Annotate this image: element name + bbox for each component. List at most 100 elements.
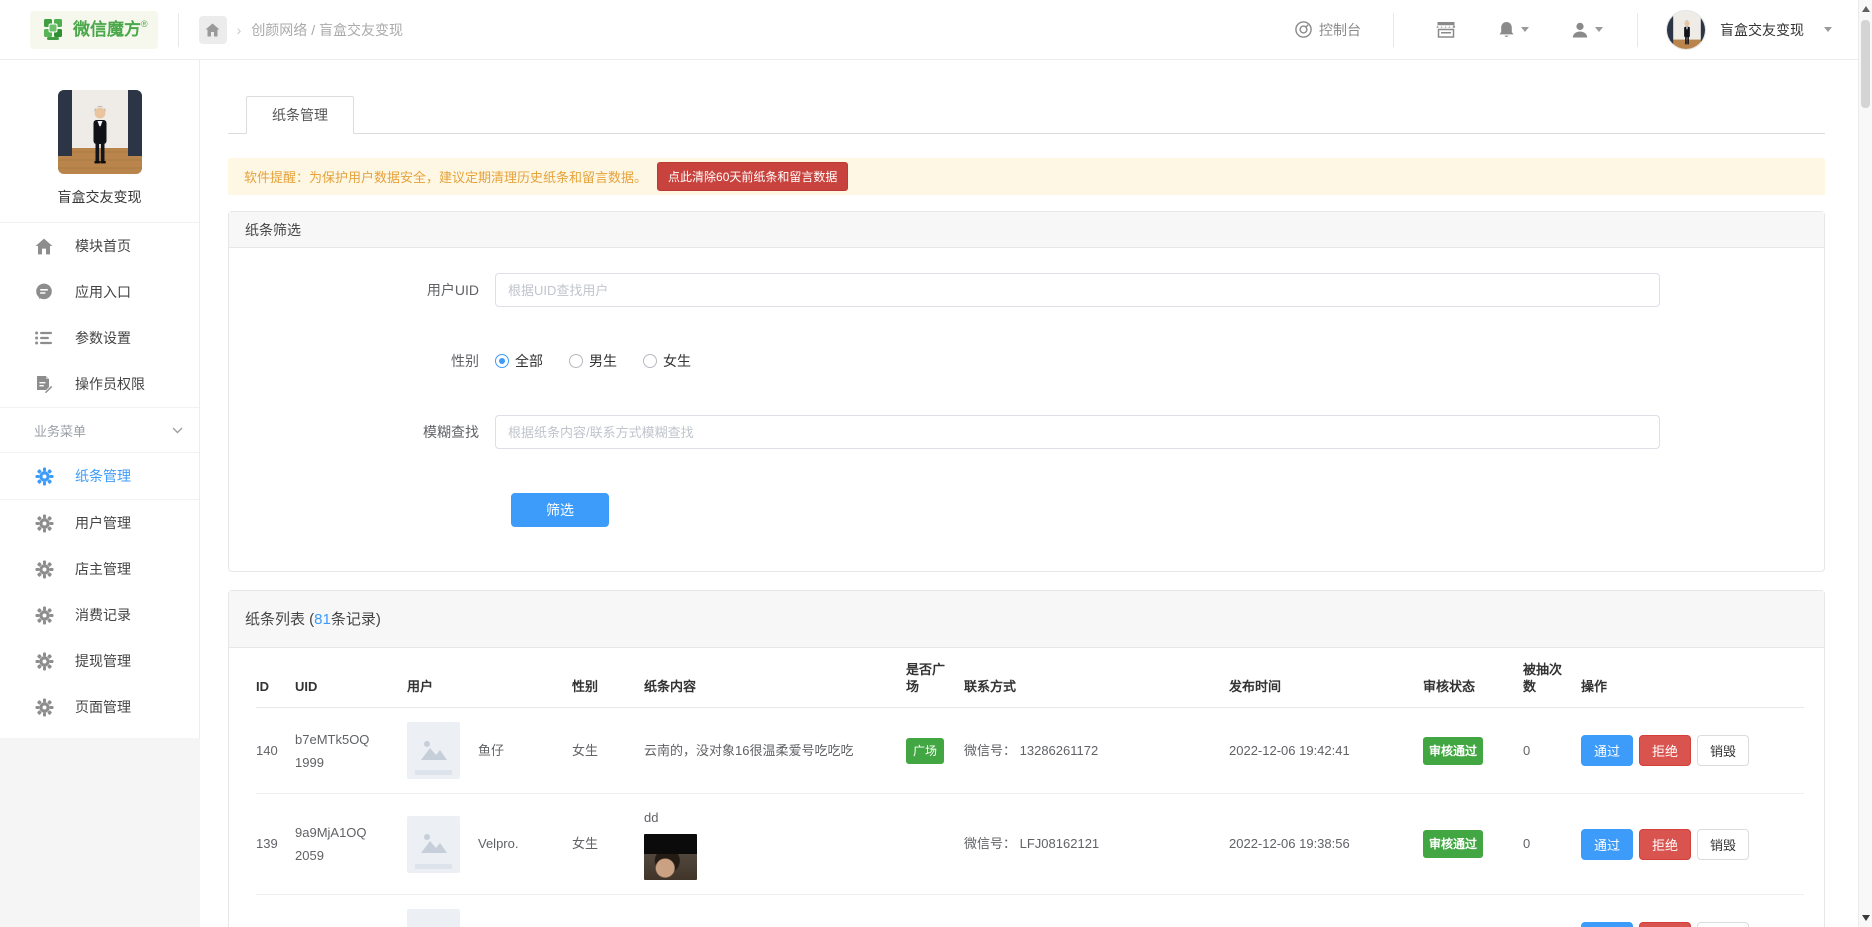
filter-submit-row: 筛选 (229, 493, 1824, 527)
cell-content: 06天翻来动暖带打游戏 (644, 895, 906, 927)
gender-radio-0[interactable]: 全部 (495, 351, 543, 371)
sidebar-item-label: 参数设置 (75, 328, 131, 348)
store-icon (1436, 21, 1456, 38)
sidebar-item-main-3[interactable]: 操作员权限 (0, 361, 199, 407)
user-nickname: Velpro. (478, 834, 518, 854)
sidebar-section-business-menu[interactable]: 业务菜单 (0, 408, 199, 452)
uid-input[interactable] (495, 273, 1660, 307)
column-header-0: ID (256, 648, 295, 708)
logo-registered-mark: ® (141, 19, 148, 29)
approve-button[interactable]: 通过 (1581, 922, 1633, 927)
warning-banner: 软件提醒：为保护用户数据安全，建议定期清理历史纸条和留言数据。 点此清除60天前… (228, 158, 1825, 195)
column-header-7: 发布时间 (1229, 648, 1423, 708)
gear-icon (34, 651, 54, 671)
tab-note-management[interactable]: 纸条管理 (246, 96, 354, 134)
tab-bar: 纸条管理 (228, 96, 1825, 134)
gender-filter-row: 性别 全部男生女生 (229, 351, 1824, 371)
clear-old-notes-button[interactable]: 点此清除60天前纸条和留言数据 (657, 162, 848, 191)
console-label: 控制台 (1319, 20, 1361, 40)
reject-button[interactable]: 拒绝 (1639, 829, 1691, 860)
cell-contact (964, 895, 1229, 927)
cell-id: 139 (256, 794, 295, 895)
note-list-title-suffix: 条记录) (331, 611, 381, 628)
sidebar-item-biz-4[interactable]: 提现管理 (0, 638, 199, 684)
fuzzy-search-label: 模糊查找 (229, 422, 495, 442)
cell-user (407, 895, 572, 927)
chevron-down-icon (1521, 27, 1529, 32)
gender-radio-2[interactable]: 女生 (643, 351, 691, 371)
gear-icon (34, 697, 54, 717)
sliders-icon (34, 328, 54, 348)
top-bar: 微信魔方 ® › 创颜网络 / 盲盒交友变现 控制台 (0, 0, 1858, 60)
avatar (1666, 10, 1706, 50)
approve-button[interactable]: 通过 (1581, 829, 1633, 860)
table-row: 139 9a9MjA1OQ 2059 Velpro. 女生 dd 微信号： LF… (256, 794, 1804, 895)
sidebar-item-label: 用户管理 (75, 513, 131, 533)
vertical-scrollbar[interactable] (1858, 0, 1872, 927)
fuzzy-search-input[interactable] (495, 415, 1660, 449)
column-header-10: 操作 (1581, 648, 1804, 708)
breadcrumb-home-button[interactable] (199, 16, 227, 44)
filter-submit-button[interactable]: 筛选 (511, 493, 609, 527)
dashboard-icon (1295, 21, 1312, 38)
destroy-button[interactable]: 销毁 (1697, 922, 1749, 927)
sidebar-item-label: 店主管理 (75, 559, 131, 579)
note-count: 81 (314, 611, 331, 628)
approve-button[interactable]: 通过 (1581, 735, 1633, 766)
sidebar-item-label: 操作员权限 (75, 374, 145, 394)
reject-button[interactable]: 拒绝 (1639, 922, 1691, 927)
cell-publish-time (1229, 895, 1423, 927)
cell-actions: 通过 拒绝 销毁 (1581, 794, 1804, 895)
cell-square: 广场 (906, 708, 964, 794)
gear-icon (34, 605, 54, 625)
console-button[interactable]: 控制台 (1295, 20, 1361, 40)
notifications-button[interactable] (1498, 21, 1529, 39)
reject-button[interactable]: 拒绝 (1639, 735, 1691, 766)
scroll-up-arrow-icon[interactable] (1862, 6, 1870, 12)
cell-user: Velpro. (407, 794, 572, 895)
column-header-6: 联系方式 (964, 648, 1229, 708)
scrollbar-thumb[interactable] (1861, 20, 1870, 108)
cell-id (256, 895, 295, 927)
topbar-divider (1637, 13, 1638, 47)
destroy-button[interactable]: 销毁 (1697, 735, 1749, 766)
cell-publish-time: 2022-12-06 19:38:56 (1229, 794, 1423, 895)
gear-icon (34, 466, 54, 486)
chevron-down-icon (1595, 27, 1603, 32)
destroy-button[interactable]: 销毁 (1697, 829, 1749, 860)
cell-square (906, 794, 964, 895)
sidebar-item-label: 应用入口 (75, 282, 131, 302)
cell-draw-count (1523, 895, 1581, 927)
sidebar-item-biz-3[interactable]: 消费记录 (0, 592, 199, 638)
note-list-title-prefix: 纸条列表 ( (245, 611, 314, 628)
sidebar-item-biz-1[interactable]: 用户管理 (0, 500, 199, 546)
user-menu-button[interactable] (1571, 21, 1603, 39)
column-header-8: 审核状态 (1423, 648, 1523, 708)
cell-gender: 女生 (572, 794, 644, 895)
column-header-2: 用户 (407, 648, 572, 708)
cell-uid: b7eMTk5OQ 1999 (295, 708, 407, 794)
sidebar-item-main-2[interactable]: 参数设置 (0, 315, 199, 361)
note-list-title: 纸条列表 (81条记录) (229, 591, 1824, 648)
sidebar-item-biz-5[interactable]: 页面管理 (0, 684, 199, 730)
store-button[interactable] (1436, 21, 1456, 38)
sidebar-item-biz-2[interactable]: 店主管理 (0, 546, 199, 592)
gender-radio-1[interactable]: 男生 (569, 351, 617, 371)
avatar-placeholder-image (407, 722, 460, 779)
sidebar-item-main-1[interactable]: 应用入口 (0, 269, 199, 315)
chevron-down-icon (172, 427, 183, 434)
home-icon (34, 236, 54, 256)
radio-label: 全部 (515, 351, 543, 371)
note-photo-thumbnail[interactable] (644, 834, 697, 880)
radio-icon (495, 354, 509, 368)
column-header-5: 是否广场 (906, 648, 964, 708)
sidebar-item-main-0[interactable]: 模块首页 (0, 223, 199, 269)
scroll-down-arrow-icon[interactable] (1862, 915, 1870, 921)
account-switcher[interactable]: 盲盒交友变现 (1666, 10, 1832, 50)
sidebar-item-biz-0[interactable]: 纸条管理 (0, 453, 199, 499)
app-logo[interactable]: 微信魔方 ® (30, 11, 158, 49)
main-content: 纸条管理 软件提醒：为保护用户数据安全，建议定期清理历史纸条和留言数据。 点此清… (200, 60, 1858, 927)
uid-label: 用户UID (229, 280, 495, 300)
cell-uid: 9a9MjA1OQ 2059 (295, 794, 407, 895)
column-header-4: 纸条内容 (644, 648, 906, 708)
